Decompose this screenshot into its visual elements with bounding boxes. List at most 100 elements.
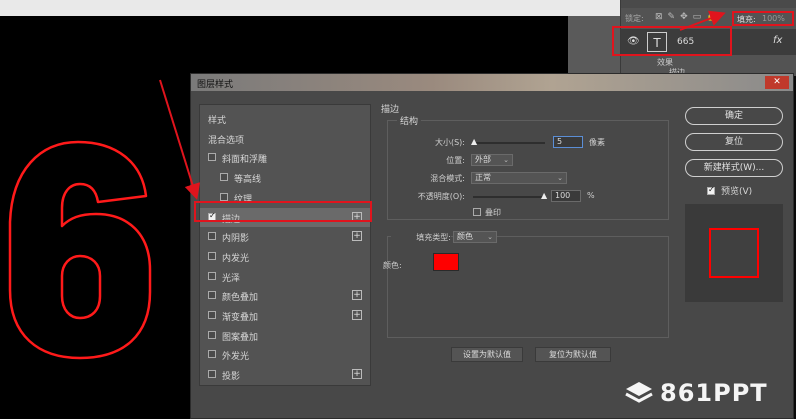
style-item-label: 渐变叠加	[222, 313, 259, 323]
reset-button[interactable]: 复位	[685, 133, 783, 151]
chevron-down-icon: ⌄	[503, 156, 509, 164]
layers-logo-icon	[625, 382, 653, 403]
chevron-down-icon: ⌄	[557, 174, 563, 182]
lock-row: 锁定: ⊠ ✎ ✥ ▭ 🔒 填充: 100%	[621, 8, 796, 28]
size-slider[interactable]	[473, 142, 545, 144]
opacity-slider[interactable]	[473, 196, 545, 198]
style-item-label: 图案叠加	[222, 332, 259, 343]
color-label: 颜色:	[383, 261, 402, 270]
add-effect-icon[interactable]: +	[352, 369, 362, 380]
overprint-label: 叠印	[485, 208, 501, 217]
style-item[interactable]: 混合选项	[200, 129, 370, 148]
style-item[interactable]: 渐变叠加 +	[200, 306, 370, 325]
blend-label: 混合模式:	[430, 174, 465, 183]
style-item-label: 外发光	[222, 352, 250, 363]
set-default-button[interactable]: 设置为默认值	[451, 347, 523, 362]
style-checkbox[interactable]	[208, 291, 216, 300]
opacity-unit: %	[587, 191, 595, 200]
lock-move-icon[interactable]: ✥	[680, 12, 688, 22]
opacity-slider-thumb[interactable]: ▲	[541, 191, 547, 200]
close-button[interactable]: ✕	[765, 76, 789, 89]
preview-checkbox[interactable]	[707, 185, 715, 195]
ok-button[interactable]: 确定	[685, 107, 783, 125]
outlined-digit	[8, 140, 152, 360]
style-item-label: 投影	[222, 372, 241, 383]
blend-select[interactable]: 正常 ⌄	[471, 172, 567, 184]
style-checkbox[interactable]	[208, 370, 216, 379]
style-item-label: 内发光	[222, 253, 250, 264]
size-unit: 像素	[589, 138, 605, 147]
style-item[interactable]: 内发光	[200, 247, 370, 266]
size-slider-thumb[interactable]: ▲	[471, 137, 477, 146]
layer-style-dialog: 图层样式 ✕ 样式混合选项斜面和浮雕等高线纹理描边+内阴影+内发光光泽颜色叠加+…	[190, 73, 794, 419]
fill-type-group	[387, 236, 669, 338]
style-item[interactable]: 外发光	[200, 345, 370, 364]
style-item-label: 内阴影	[222, 234, 250, 245]
style-checkbox[interactable]	[208, 232, 216, 241]
style-item-label: 等高线	[234, 175, 262, 186]
lock-artboard-icon[interactable]: ▭	[693, 12, 702, 22]
lock-label: 锁定:	[625, 14, 644, 23]
style-item[interactable]: 光泽	[200, 267, 370, 286]
fill-value[interactable]: 100%	[762, 14, 785, 23]
style-item-label: 样式	[208, 116, 227, 126]
lock-icons: ⊠ ✎ ✥ ▭ 🔒	[655, 12, 717, 22]
preview-square	[709, 228, 759, 278]
style-checkbox[interactable]	[220, 192, 228, 201]
size-label: 大小(S):	[434, 138, 465, 147]
opacity-input[interactable]: 100	[551, 190, 581, 202]
style-item-label: 斜面和浮雕	[222, 155, 268, 166]
fill-type-select[interactable]: 颜色 ⌄	[453, 231, 497, 243]
overprint-checkbox[interactable]	[473, 208, 481, 216]
preview-option[interactable]: 预览(V)	[707, 184, 752, 197]
watermark-text: 861PPT	[660, 379, 768, 407]
position-label: 位置:	[446, 156, 465, 165]
style-item[interactable]: 图案叠加	[200, 326, 370, 345]
structure-title: 结构	[397, 114, 422, 127]
style-list: 样式混合选项斜面和浮雕等高线纹理描边+内阴影+内发光光泽颜色叠加+渐变叠加+图案…	[199, 104, 371, 386]
dialog-title: 图层样式	[197, 80, 234, 90]
fill-label: 填充:	[737, 15, 756, 24]
add-effect-icon[interactable]: +	[352, 310, 362, 320]
style-checkbox[interactable]	[208, 271, 216, 280]
position-select[interactable]: 外部 ⌄	[471, 154, 513, 166]
style-item[interactable]: 等高线	[200, 168, 370, 187]
style-item[interactable]: 斜面和浮雕	[200, 148, 370, 167]
style-item-label: 混合选项	[208, 135, 245, 146]
style-checkbox[interactable]	[220, 173, 228, 182]
fill-type-value: 颜色	[457, 232, 473, 241]
new-style-button[interactable]: 新建样式(W)...	[685, 159, 783, 177]
chevron-down-icon: ⌄	[487, 233, 493, 241]
position-value: 外部	[475, 155, 491, 164]
dialog-titlebar[interactable]: 图层样式 ✕	[191, 74, 793, 91]
style-checkbox[interactable]	[208, 350, 216, 359]
reset-default-button[interactable]: 复位为默认值	[535, 347, 611, 362]
opacity-label: 不透明度(O):	[417, 192, 465, 201]
structure-group	[387, 120, 669, 220]
style-item[interactable]: 内阴影 +	[200, 227, 370, 246]
style-checkbox[interactable]	[208, 153, 216, 162]
style-item-label: 光泽	[222, 273, 241, 284]
watermark: 861PPT	[624, 378, 768, 408]
lock-all-icon[interactable]: 🔒	[706, 12, 717, 22]
add-effect-icon[interactable]: +	[352, 290, 362, 301]
fill-field[interactable]: 填充: 100%	[732, 11, 794, 26]
lock-transparent-icon[interactable]: ⊠	[655, 12, 663, 22]
style-checkbox[interactable]	[208, 330, 216, 339]
style-checkbox[interactable]	[208, 251, 216, 260]
style-item[interactable]: 样式	[200, 109, 370, 128]
lock-brush-icon[interactable]: ✎	[668, 12, 676, 22]
fx-icon[interactable]: fx	[773, 35, 782, 46]
top-strip	[0, 0, 620, 16]
layer-highlight-box	[612, 26, 732, 56]
fill-type-label: 填充类型:	[391, 232, 451, 243]
layers-panel-header	[621, 0, 796, 8]
blend-value: 正常	[475, 173, 491, 182]
stroke-highlight-box	[194, 201, 372, 222]
style-item[interactable]: 投影 +	[200, 365, 370, 384]
style-checkbox[interactable]	[208, 311, 216, 319]
size-input[interactable]: 5	[553, 136, 583, 148]
style-item[interactable]: 颜色叠加 +	[200, 286, 370, 305]
color-swatch[interactable]	[433, 253, 459, 271]
add-effect-icon[interactable]: +	[352, 231, 362, 242]
